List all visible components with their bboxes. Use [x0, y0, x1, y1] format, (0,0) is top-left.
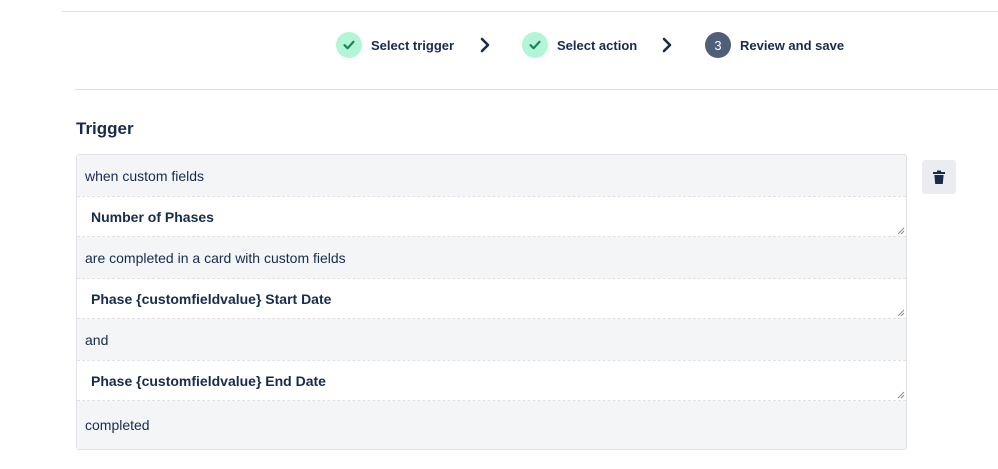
trigger-builder: when custom fields Number of Phases are …: [76, 154, 907, 450]
custom-field-value: Phase {customfieldvalue} End Date: [91, 372, 326, 389]
resize-handle-icon[interactable]: [897, 227, 905, 235]
step-label: Select action: [557, 37, 638, 53]
trigger-title: Trigger: [76, 119, 134, 138]
trigger-text-row: completed: [77, 401, 906, 449]
custom-field-value: Number of Phases: [91, 208, 214, 225]
chevron-right-icon: [662, 37, 672, 53]
step-label: Review and save: [740, 37, 845, 53]
trigger-text-row: and: [77, 319, 906, 360]
section-divider: [75, 89, 998, 90]
trigger-text-row: when custom fields: [77, 155, 906, 196]
wizard-stepper: Select trigger Select action 3 Review an…: [0, 32, 998, 58]
custom-field-input[interactable]: Phase {customfieldvalue} Start Date: [77, 278, 906, 319]
step-number-badge: 3: [705, 32, 731, 58]
chevron-right-icon: [480, 37, 490, 53]
resize-handle-icon[interactable]: [897, 309, 905, 317]
step-select-trigger[interactable]: Select trigger: [336, 32, 454, 58]
trigger-text-row: are completed in a card with custom fiel…: [77, 237, 906, 278]
resize-handle-icon[interactable]: [897, 391, 905, 399]
delete-trigger-button[interactable]: [922, 160, 956, 194]
check-icon: [336, 32, 362, 58]
check-icon: [522, 32, 548, 58]
custom-field-input[interactable]: Number of Phases: [77, 196, 906, 237]
custom-field-value: Phase {customfieldvalue} Start Date: [91, 290, 332, 307]
step-label: Select trigger: [371, 37, 455, 53]
step-select-action[interactable]: Select action: [522, 32, 637, 58]
step-review-and-save[interactable]: 3 Review and save: [705, 32, 844, 58]
custom-field-input[interactable]: Phase {customfieldvalue} End Date: [77, 360, 906, 401]
top-divider: [62, 11, 998, 12]
trash-icon: [933, 170, 945, 184]
